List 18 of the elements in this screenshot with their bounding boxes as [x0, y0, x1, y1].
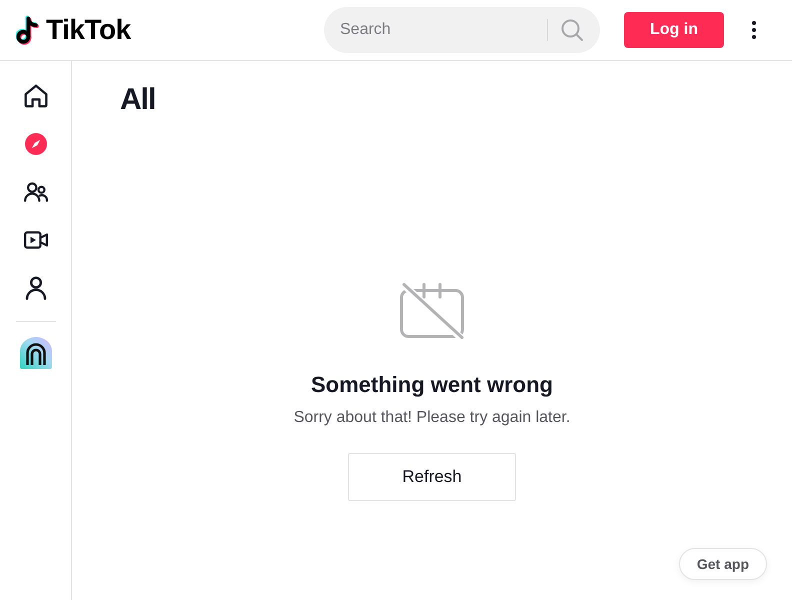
crossed-out-calendar-icon — [400, 283, 464, 339]
refresh-button[interactable]: Refresh — [348, 453, 516, 501]
compass-icon — [24, 133, 46, 155]
arch-tile-icon — [20, 337, 52, 369]
person-icon — [24, 276, 48, 300]
get-app-button[interactable]: Get app — [678, 548, 767, 580]
people-icon — [24, 180, 48, 204]
vertical-dots-icon — [752, 21, 756, 39]
sidebar-item[interactable] — [20, 337, 52, 369]
music-note-icon — [16, 15, 40, 45]
search-icon — [560, 19, 582, 41]
error-title: Something went wrong — [311, 371, 553, 399]
home-icon — [24, 84, 48, 108]
page-title: All — [120, 82, 156, 118]
error-message: Sorry about that! Please try again later. — [294, 408, 570, 428]
login-button[interactable]: Log in — [624, 12, 724, 48]
logo-link[interactable]: TikTok — [16, 15, 131, 45]
search-field[interactable]: Search — [324, 7, 547, 53]
